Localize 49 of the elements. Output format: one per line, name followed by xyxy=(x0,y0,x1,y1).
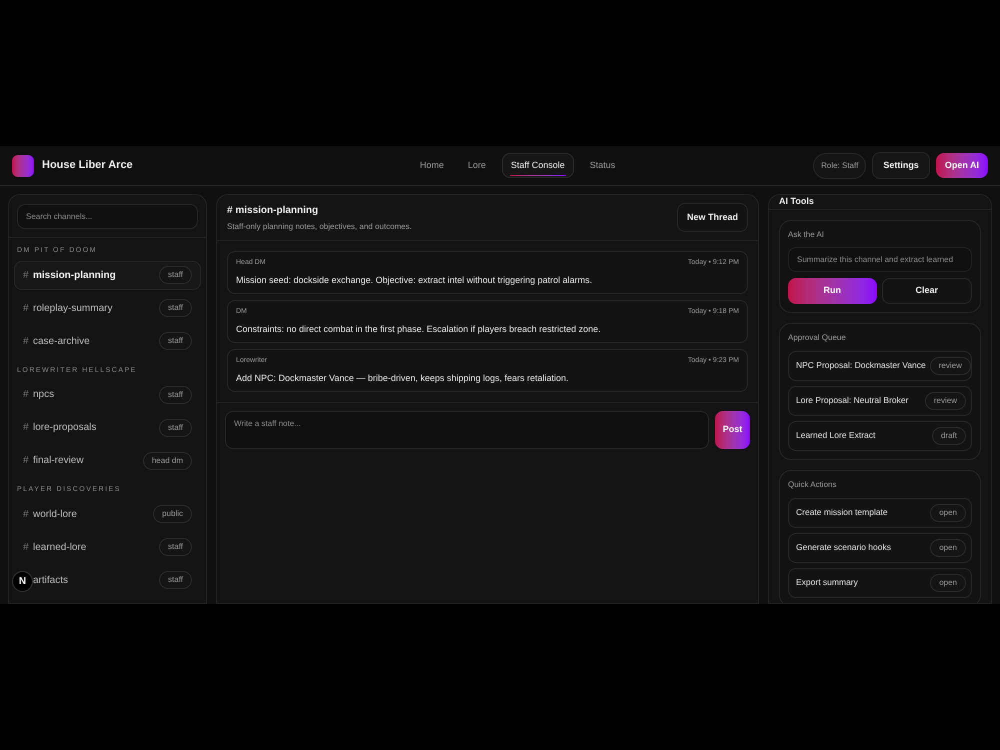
hash-icon: # xyxy=(23,268,29,282)
channel-name: learned-lore xyxy=(33,540,86,554)
tag: staff xyxy=(159,418,192,436)
hash-icon: # xyxy=(23,420,29,435)
tag: review xyxy=(930,356,971,374)
channel-name: final-review xyxy=(33,454,84,468)
section-title: Quick Actions xyxy=(788,478,838,490)
item-label: Generate scenario hooks xyxy=(796,541,891,554)
section-title: Approval Queue xyxy=(788,332,847,344)
tag: staff xyxy=(159,386,192,404)
item-label: Learned Lore Extract xyxy=(796,429,876,442)
channel-name: lore-proposals xyxy=(33,421,96,435)
channel-name: roleplay-summary xyxy=(33,302,112,316)
tag: open xyxy=(930,504,966,522)
channel-name: mission-planning xyxy=(33,268,116,282)
tag: staff xyxy=(159,538,192,556)
tag: staff xyxy=(159,299,192,317)
hash-icon: # xyxy=(23,300,29,316)
tag: public xyxy=(153,505,192,523)
tag: staff xyxy=(159,571,192,589)
channel-description: Staff-only planning notes, objectives, and outcomes. xyxy=(227,220,412,232)
item-label: Create mission template xyxy=(796,506,888,519)
tag: review xyxy=(924,392,966,410)
hash-icon: # xyxy=(23,387,29,402)
item-label: NPC Proposal: Dockmaster Vance xyxy=(796,359,926,372)
channel-name: world-lore xyxy=(33,508,77,522)
tag: head dm xyxy=(142,452,192,470)
tag: draft xyxy=(932,426,966,444)
message-text: Add NPC: Dockmaster Vance — bribe-driven, keeps shipping logs, fears retaliation. xyxy=(236,372,570,385)
message-text: Constraints: no direct combat in the first phase. Escalation if players breach restricted zone. xyxy=(236,322,602,336)
hash-icon: # xyxy=(23,453,29,468)
channel-title: # mission-planning xyxy=(227,204,320,218)
panel-title: AI Tools xyxy=(779,195,814,208)
role-badge: Role: Staff xyxy=(813,152,866,178)
app-title: House Liber Arce xyxy=(42,158,133,174)
hash-icon: # xyxy=(23,334,29,348)
tag: staff xyxy=(159,266,192,284)
tag: open xyxy=(930,538,966,556)
section-title: Ask the AI xyxy=(788,228,826,240)
channel-name: artifacts xyxy=(33,574,68,588)
tag: open xyxy=(930,574,966,592)
message-text: Mission seed: dockside exchange. Objective: extract intel without triggering patrol alarms. xyxy=(236,274,594,287)
channel-name: case-archive xyxy=(33,334,90,348)
channel-name: npcs xyxy=(33,388,54,402)
item-label: Export summary xyxy=(796,576,858,589)
hash-icon: # xyxy=(23,506,29,522)
tag: staff xyxy=(159,332,192,350)
item-label: Lore Proposal: Neutral Broker xyxy=(796,394,908,407)
hash-icon: # xyxy=(23,540,29,554)
